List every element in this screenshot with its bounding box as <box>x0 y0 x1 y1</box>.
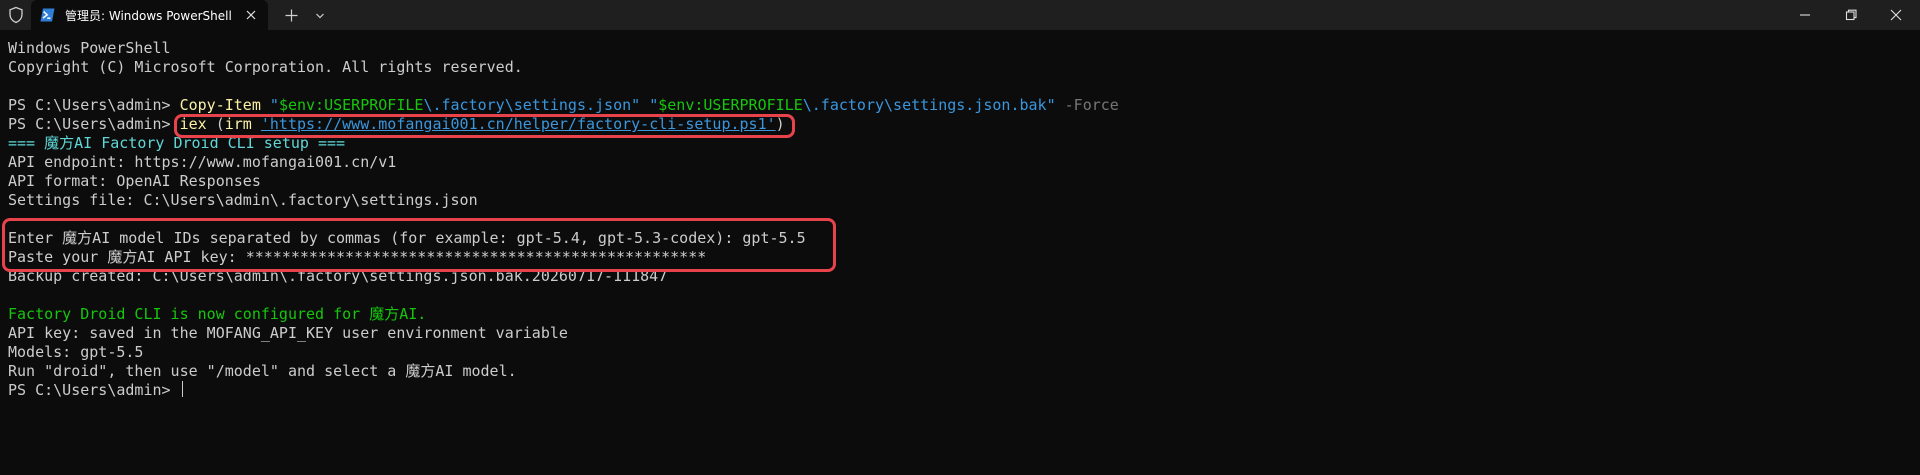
arg1-path: \.factory\settings.json" <box>423 96 641 114</box>
api-format-line: API format: OpenAI Responses <box>8 172 261 190</box>
prompt: PS C:\Users\admin> <box>8 96 180 114</box>
force-parameter: -Force <box>1064 96 1119 114</box>
api-key-saved-line: API key: saved in the MOFANG_API_KEY use… <box>8 324 568 342</box>
text-cursor <box>181 381 183 397</box>
close-window-icon[interactable] <box>1888 7 1904 23</box>
chevron-down-icon[interactable] <box>313 9 327 23</box>
iex-command-highlight <box>174 114 795 138</box>
run-instructions-line: Run "droid", then use "/model" and selec… <box>8 362 517 380</box>
settings-file-line: Settings file: C:\Users\admin\.factory\s… <box>8 191 478 209</box>
arg2-quote: " <box>649 96 659 114</box>
banner-line-1: Windows PowerShell <box>8 39 171 57</box>
input-prompts-highlight <box>2 218 836 272</box>
tab-powershell[interactable]: 管理员: Windows PowerShell <box>31 0 268 30</box>
final-prompt-line[interactable]: PS C:\Users\admin> <box>8 381 183 400</box>
copy-item-command-line: PS C:\Users\admin> Copy-Item "$env:USERP… <box>8 96 1119 115</box>
arg1-variable: $env:USERPROFILE <box>278 96 424 114</box>
close-tab-icon[interactable] <box>244 8 258 22</box>
cmdlet-copy-item: Copy-Item <box>179 96 261 114</box>
title-bar: 管理员: Windows PowerShell <box>0 0 1920 30</box>
minimize-icon[interactable] <box>1797 8 1813 22</box>
powershell-icon <box>40 8 55 22</box>
configured-success-line: Factory Droid CLI is now configured for … <box>8 305 427 323</box>
banner-line-2: Copyright (C) Microsoft Corporation. All… <box>8 58 523 76</box>
terminal-output[interactable]: Windows PowerShell Copyright (C) Microso… <box>0 30 1920 475</box>
prompt: PS C:\Users\admin> <box>8 381 180 399</box>
arg2-variable: $env:USERPROFILE <box>658 96 803 114</box>
tab-title: 管理员: Windows PowerShell <box>65 9 232 23</box>
restore-icon[interactable] <box>1843 7 1859 23</box>
new-tab-plus-icon[interactable] <box>283 7 300 24</box>
shield-icon <box>9 6 23 24</box>
api-endpoint-line: API endpoint: https://www.mofangai001.cn… <box>8 153 397 171</box>
arg2-path: \.factory\settings.json.bak" <box>802 96 1056 114</box>
models-line: Models: gpt-5.5 <box>8 343 144 361</box>
prompt: PS C:\Users\admin> <box>8 115 180 133</box>
arg1-quote: " <box>269 96 279 114</box>
